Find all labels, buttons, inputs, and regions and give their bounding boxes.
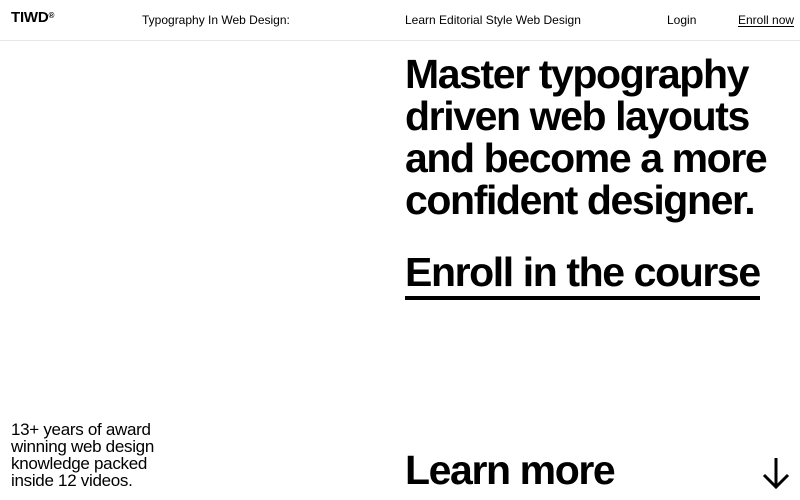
headline-line: Master typography [405, 51, 749, 97]
registered-mark: ® [48, 11, 55, 20]
hero-headline: Master typography driven web layouts and… [405, 53, 795, 221]
login-link[interactable]: Login [667, 13, 696, 27]
course-blurb: 13+ years of award winning web design kn… [11, 421, 181, 489]
arrow-down-icon[interactable] [762, 457, 790, 489]
course-title: Typography In Web Design: [142, 13, 290, 27]
headline-line: driven web layouts [405, 93, 750, 139]
blurb-line: inside 12 videos. [11, 471, 133, 490]
enroll-course-button[interactable]: Enroll in the course [405, 250, 761, 300]
course-subtitle: Learn Editorial Style Web Design [405, 13, 581, 27]
logo-text: TIWD [11, 9, 49, 26]
top-navigation: TIWD® Typography In Web Design: Learn Ed… [0, 0, 800, 41]
site-logo[interactable]: TIWD® [11, 9, 55, 26]
headline-line: confident designer. [405, 177, 756, 223]
headline-line: and become a more [405, 135, 768, 181]
enroll-now-link[interactable]: Enroll now [738, 13, 794, 27]
learn-more-link[interactable]: Learn more [405, 447, 616, 493]
landing-page: TIWD® Typography In Web Design: Learn Ed… [0, 0, 800, 500]
